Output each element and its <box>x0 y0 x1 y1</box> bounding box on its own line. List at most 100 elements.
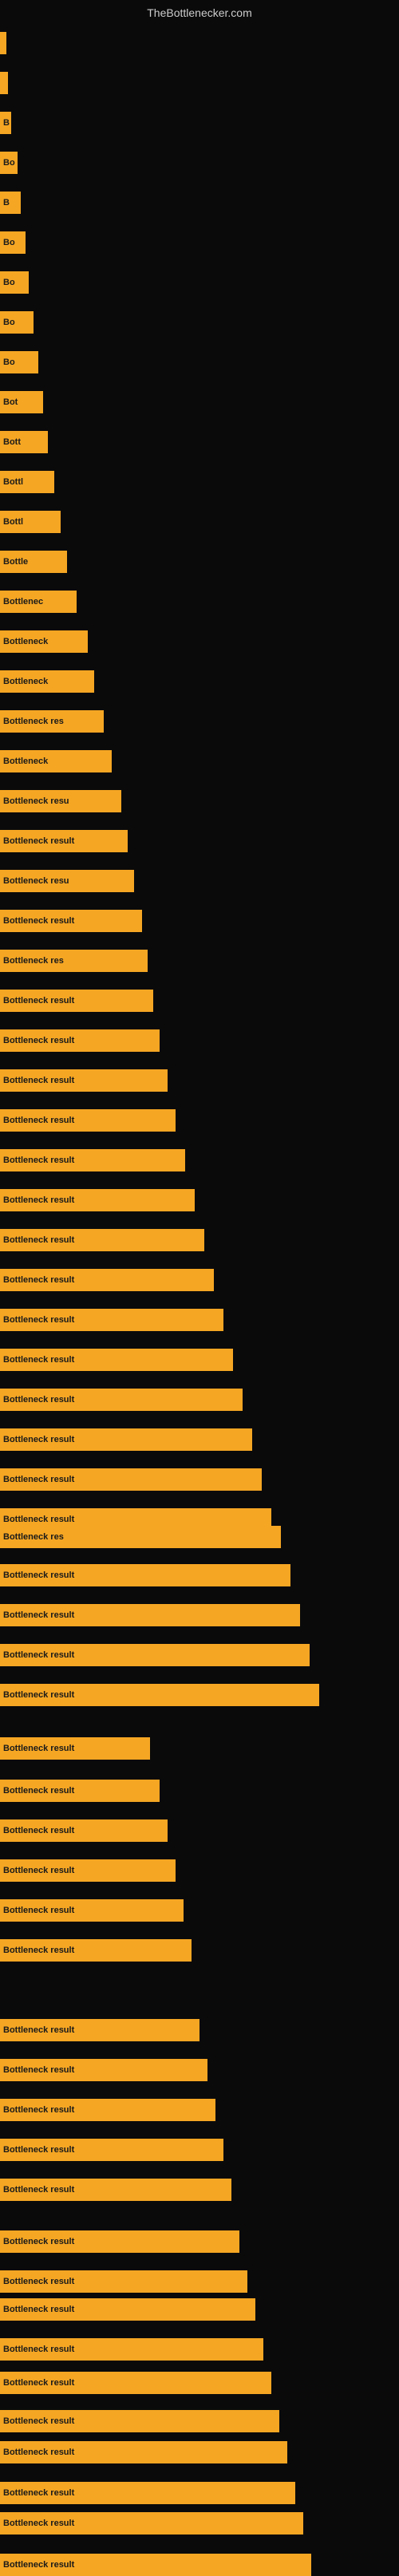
bar-label-text: Bottleneck result <box>3 1156 74 1165</box>
bar-item: Bottleneck result <box>0 2099 215 2121</box>
bar-fill: Bottleneck result <box>0 2179 231 2201</box>
bar-label-text: Bottleneck result <box>3 1906 74 1915</box>
bar-label-text: Bottlenec <box>3 597 43 606</box>
bar-item <box>0 72 8 94</box>
bar-label-text: Bottleneck res <box>3 956 64 966</box>
bar-label-text: Bottleneck result <box>3 1570 74 1580</box>
bar-label-text: Bottleneck result <box>3 1235 74 1245</box>
bar-fill: Bottleneck result <box>0 1684 319 1706</box>
bar-fill: B <box>0 112 11 134</box>
bar-item: Bott <box>0 431 48 453</box>
bar-item: Bottl <box>0 471 54 493</box>
bar-fill: Bottleneck result <box>0 1899 184 1922</box>
bar-fill: Bottleneck result <box>0 1309 223 1331</box>
bar-fill: Bottleneck resu <box>0 870 134 892</box>
bar-label-text: B <box>3 118 10 128</box>
bar-label-text: Bottleneck result <box>3 1395 74 1405</box>
bar-item: Bottleneck result <box>0 2059 207 2081</box>
bar-fill: Bottleneck result <box>0 1468 262 1491</box>
bar-fill <box>0 72 8 94</box>
bar-fill: Bottleneck result <box>0 1939 192 1962</box>
site-title: TheBottlenecker.com <box>147 6 252 19</box>
bar-label-text: Bottleneck result <box>3 2277 74 2286</box>
bar-item: Bottleneck result <box>0 910 142 932</box>
bar-fill: Bottleneck result <box>0 2554 311 2576</box>
bar-fill: Bottleneck resu <box>0 790 121 812</box>
bar-label-text: Bottleneck res <box>3 1532 64 1542</box>
bar-item: Bottleneck result <box>0 2338 263 2361</box>
bar-item: Bottleneck result <box>0 1109 176 1132</box>
bar-label-text: Bottleneck result <box>3 836 74 846</box>
bar-label-text: Bottleneck resu <box>3 876 69 886</box>
bar-item: Bottleneck result <box>0 1780 160 1802</box>
bar-fill: Bottlenec <box>0 591 77 613</box>
bar-fill: Bottleneck result <box>0 830 128 852</box>
bar-label-text: Bottleneck result <box>3 2025 74 2035</box>
bar-item: Bottleneck result <box>0 1644 310 1666</box>
bar-label-text: Bo <box>3 318 15 327</box>
bar-label-text: Bo <box>3 278 15 287</box>
bar-item: Bottlenec <box>0 591 77 613</box>
bar-fill: Bottleneck result <box>0 1859 176 1882</box>
bar-label-text: Bottleneck result <box>3 1355 74 1365</box>
bar-item: Bottleneck result <box>0 1309 223 1331</box>
bar-label-text: Bottleneck result <box>3 2305 74 2314</box>
bar-fill: Bottleneck result <box>0 1069 168 1092</box>
bar-item: Bottleneck result <box>0 1069 168 1092</box>
bar-fill: Bottleneck result <box>0 1604 300 1626</box>
bar-item: Bottleneck result <box>0 1939 192 1962</box>
bar-fill: Bottleneck res <box>0 710 104 733</box>
bar-item: Bottleneck result <box>0 1349 233 1371</box>
bar-label-text: Bottleneck result <box>3 1076 74 1085</box>
bar-fill: Bottleneck result <box>0 1109 176 1132</box>
bar-fill: Bo <box>0 311 34 334</box>
bar-item: Bottleneck resu <box>0 790 121 812</box>
bar-item: Bottleneck <box>0 750 112 772</box>
bar-fill: Bottleneck res <box>0 1526 281 1548</box>
bar-fill: Bottleneck result <box>0 1819 168 1842</box>
bar-fill: Bottleneck result <box>0 1149 185 1171</box>
bar-label-text: Bottle <box>3 557 28 567</box>
bar-label-text: Bott <box>3 437 21 447</box>
bar-item: Bottleneck result <box>0 1604 300 1626</box>
bar-fill: Bottl <box>0 471 54 493</box>
bar-label-text: Bottleneck result <box>3 1315 74 1325</box>
bar-item: Bottleneck result <box>0 1468 262 1491</box>
bar-item: Bottleneck result <box>0 2372 271 2394</box>
bar-label-text: Bottleneck result <box>3 2519 74 2528</box>
bar-label-text: Bot <box>3 397 18 407</box>
bar-label-text: Bottleneck result <box>3 2065 74 2075</box>
bar-item: Bottl <box>0 511 61 533</box>
bar-item: Bottleneck result <box>0 2179 231 2201</box>
bar-fill: Bottleneck result <box>0 2099 215 2121</box>
bar-fill: Bottleneck result <box>0 2338 263 2361</box>
bar-item: Bottleneck result <box>0 2441 287 2463</box>
bar-item <box>0 32 6 54</box>
bar-label-text: Bottleneck result <box>3 996 74 1006</box>
bar-fill: Bottleneck result <box>0 1780 160 1802</box>
bar-item: Bottleneck result <box>0 1737 150 1760</box>
bar-fill: Bottleneck result <box>0 990 153 1012</box>
bar-label-text: Bottleneck result <box>3 2560 74 2570</box>
bar-item: Bottleneck result <box>0 1189 195 1211</box>
bar-item: Bo <box>0 152 18 174</box>
bar-fill: B <box>0 192 21 214</box>
bar-fill: Bottleneck result <box>0 910 142 932</box>
bar-label-text: Bottleneck result <box>3 1826 74 1835</box>
bar-fill: Bottleneck result <box>0 1349 233 1371</box>
bar-label-text: Bottleneck result <box>3 1195 74 1205</box>
bar-label-text: Bottleneck res <box>3 717 64 726</box>
bar-label-text: Bottleneck result <box>3 2105 74 2115</box>
bar-fill: Bottleneck result <box>0 1269 214 1291</box>
bar-fill: Bott <box>0 431 48 453</box>
bar-item: Bottleneck <box>0 670 94 693</box>
bar-fill: Bottleneck <box>0 670 94 693</box>
bar-label-text: Bottleneck result <box>3 1650 74 1660</box>
bar-label-text: Bo <box>3 238 15 247</box>
bar-fill: Bottleneck result <box>0 2139 223 2161</box>
bar-item: Bottleneck <box>0 630 88 653</box>
bar-item: Bottleneck result <box>0 2512 303 2535</box>
bar-item: Bottleneck result <box>0 990 153 1012</box>
bar-fill: Bottleneck result <box>0 1029 160 1052</box>
bar-item: Bottleneck result <box>0 2230 239 2253</box>
